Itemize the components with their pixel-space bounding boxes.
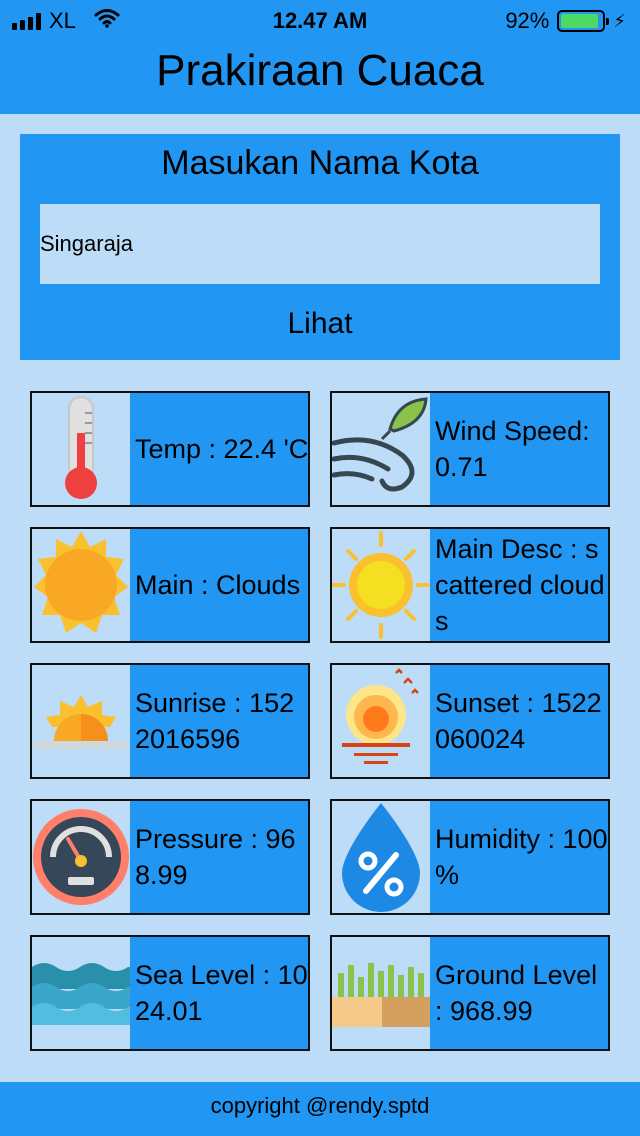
pressure-gauge-icon xyxy=(32,801,130,913)
sunrise-value: Sunrise : 1522016596 xyxy=(135,688,295,754)
battery-percent: 92% xyxy=(505,8,550,33)
sunrise-icon xyxy=(32,665,130,777)
ground-level-value: Ground Level : 968.99 xyxy=(435,960,598,1026)
sunset-value: Sunset : 1522060024 xyxy=(435,688,602,754)
sunset-tile: Sunset : 1522060024 xyxy=(330,663,610,779)
main-weather-tile: Main : Clouds xyxy=(30,527,310,643)
sunrise-tile: Sunrise : 1522016596 xyxy=(30,663,310,779)
ground-level-tile: Ground Level : 968.99 xyxy=(330,935,610,1051)
humidity-drop-icon xyxy=(332,801,430,913)
thermometer-icon xyxy=(32,393,130,505)
copyright-text: copyright @rendy.sptd xyxy=(210,1093,430,1118)
city-search-card: Masukan Nama Kota Lihat xyxy=(20,134,620,360)
main-description-text: Main Desc : scattered clouds xyxy=(435,529,608,641)
waves-icon xyxy=(32,937,130,1049)
footer: copyright @rendy.sptd xyxy=(0,1082,640,1136)
pressure-text: Pressure : 968.99 xyxy=(135,801,308,913)
battery-fill xyxy=(561,14,599,28)
sunrise-text: Sunrise : 1522016596 xyxy=(135,665,308,777)
pressure-tile: Pressure : 968.99 xyxy=(30,799,310,915)
humidity-tile: Humidity : 100 % xyxy=(330,799,610,915)
view-button[interactable]: Lihat xyxy=(20,302,620,346)
temperature-text: Temp : 22.4 'C xyxy=(135,393,309,505)
humidity-value: Humidity : 100 % xyxy=(435,824,608,890)
sun-icon xyxy=(32,529,130,641)
city-input[interactable] xyxy=(40,204,600,284)
ground-level-text: Ground Level : 968.99 xyxy=(435,937,608,1049)
main-description-tile: Main Desc : scattered clouds xyxy=(330,527,610,643)
wind-icon xyxy=(332,393,430,505)
ground-icon xyxy=(332,937,430,1049)
status-bar: XL 12.47 AM 92% ⚡ xyxy=(0,0,640,40)
pressure-value: Pressure : 968.99 xyxy=(135,824,296,890)
sunset-text: Sunset : 1522060024 xyxy=(435,665,608,777)
main-weather-text: Main : Clouds xyxy=(135,529,308,641)
temperature-tile: Temp : 22.4 'C xyxy=(30,391,310,507)
sea-level-tile: Sea Level : 1024.01 xyxy=(30,935,310,1051)
temperature-value: Temp : 22.4 'C xyxy=(135,434,309,464)
battery-tip xyxy=(606,18,610,25)
wind-speed-tile: Wind Speed: 0.71 xyxy=(330,391,610,507)
sea-level-text: Sea Level : 1024.01 xyxy=(135,937,308,1049)
humidity-text: Humidity : 100 % xyxy=(435,801,608,913)
battery-icon xyxy=(557,10,610,32)
app-header: XL 12.47 AM 92% ⚡ Prakiraan Cuaca xyxy=(0,0,640,114)
page-title: Prakiraan Cuaca xyxy=(156,46,484,95)
main-description-value: Main Desc : scattered clouds xyxy=(435,534,605,636)
sunset-icon xyxy=(332,665,430,777)
city-input-label: Masukan Nama Kota xyxy=(161,144,479,182)
bright-sun-icon xyxy=(332,529,430,641)
main-weather-value: Main : Clouds xyxy=(135,570,301,600)
wind-speed-value: Wind Speed: 0.71 xyxy=(435,416,590,482)
charging-bolt-icon: ⚡ xyxy=(613,10,626,31)
sea-level-value: Sea Level : 1024.01 xyxy=(135,960,308,1026)
status-right: 92% ⚡ xyxy=(505,8,626,34)
wind-speed-text: Wind Speed: 0.71 xyxy=(435,393,608,505)
